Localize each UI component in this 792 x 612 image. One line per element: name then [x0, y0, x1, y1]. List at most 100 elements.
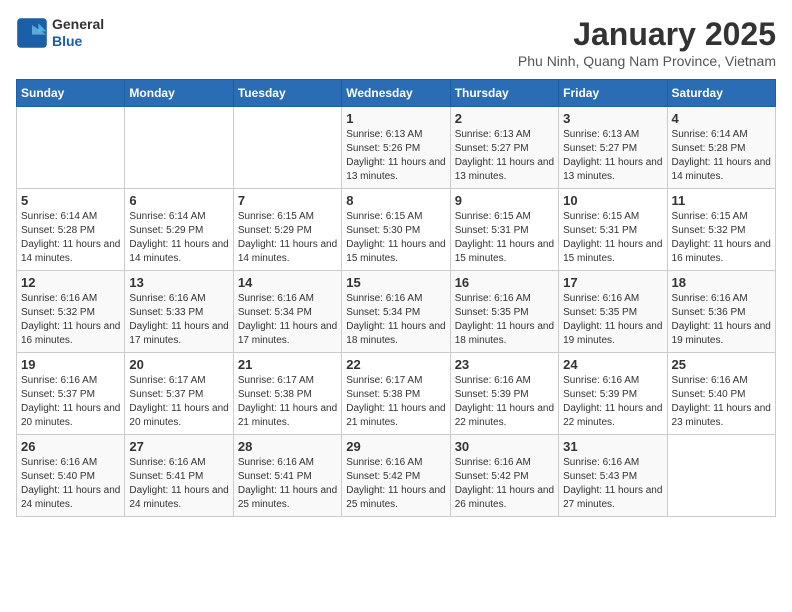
day-number: 18 — [672, 275, 771, 290]
day-number: 25 — [672, 357, 771, 372]
day-cell-30: 30 Sunrise: 6:16 AM Sunset: 5:42 PM Dayli… — [450, 435, 558, 517]
day-info: Sunrise: 6:17 AM Sunset: 5:38 PM Dayligh… — [238, 374, 337, 430]
empty-cell — [667, 435, 775, 517]
day-cell-28: 28Sunrise: 6:16 AM Sunset: 5:41 PM Dayli… — [233, 435, 341, 517]
day-cell-18: 18 Sunrise: 6:16 AM Sunset: 5:36 PM Dayli… — [667, 271, 775, 353]
day-cell-15: 15 Sunrise: 6:16 AM Sunset: 5:34 PM Dayli… — [342, 271, 450, 353]
day-cell-25: 25 Sunrise: 6:16 AM Sunset: 5:40 PM Dayli… — [667, 353, 775, 435]
day-header-wednesday: Wednesday — [342, 80, 450, 107]
empty-cell — [125, 107, 233, 189]
logo-icon — [16, 17, 48, 49]
day-number: 23 — [455, 357, 554, 372]
day-number: 27 — [129, 439, 228, 454]
day-number: 24 — [563, 357, 662, 372]
day-number: 20 — [129, 357, 228, 372]
day-cell-22: 22 Sunrise: 6:17 AM Sunset: 5:38 PM Dayli… — [342, 353, 450, 435]
day-info: Sunrise: 6:16 AM Sunset: 5:43 PM Dayligh… — [563, 456, 662, 512]
day-number: 8 — [346, 193, 445, 208]
day-cell-24: 24 Sunrise: 6:16 AM Sunset: 5:39 PM Dayli… — [559, 353, 667, 435]
logo-text: General Blue — [52, 16, 104, 50]
week-row-5: 26 Sunrise: 6:16 AM Sunset: 5:40 PM Dayli… — [17, 435, 776, 517]
day-number: 3 — [563, 111, 662, 126]
day-info: Sunrise: 6:17 AM Sunset: 5:38 PM Dayligh… — [346, 374, 445, 430]
day-number: 17 — [563, 275, 662, 290]
day-number: 16 — [455, 275, 554, 290]
day-info: Sunrise: 6:16 AM Sunset: 5:35 PM Dayligh… — [455, 292, 554, 348]
day-cell-20: 20 Sunrise: 6:17 AM Sunset: 5:37 PM Dayli… — [125, 353, 233, 435]
day-cell-29: 29 Sunrise: 6:16 AM Sunset: 5:42 PM Dayli… — [342, 435, 450, 517]
empty-cell — [233, 107, 341, 189]
day-number: 31 — [563, 439, 662, 454]
day-info: Sunrise: 6:15 AM Sunset: 5:31 PM Dayligh… — [563, 210, 662, 266]
day-info: Sunrise: 6:16 AM Sunset: 5:42 PM Dayligh… — [346, 456, 445, 512]
day-number: 11 — [672, 193, 771, 208]
day-info: Sunrise: 6:16 AM Sunset: 5:41 PM Dayligh… — [129, 456, 228, 512]
day-info: Sunrise: 6:17 AM Sunset: 5:37 PM Dayligh… — [129, 374, 228, 430]
day-number: 15 — [346, 275, 445, 290]
day-info: Sunrise: 6:16 AM Sunset: 5:33 PM Dayligh… — [129, 292, 228, 348]
day-number: 7 — [238, 193, 337, 208]
day-number: 10 — [563, 193, 662, 208]
month-title: January 2025 — [518, 16, 776, 53]
day-cell-11: 11 Sunrise: 6:15 AM Sunset: 5:32 PM Dayli… — [667, 189, 775, 271]
day-info: Sunrise: 6:16 AM Sunset: 5:40 PM Dayligh… — [21, 456, 120, 512]
day-info: Sunrise: 6:16 AM Sunset: 5:40 PM Dayligh… — [672, 374, 771, 430]
day-cell-1: 1 Sunrise: 6:13 AM Sunset: 5:26 PM Daylig… — [342, 107, 450, 189]
empty-cell — [17, 107, 125, 189]
day-number: 30 — [455, 439, 554, 454]
day-number: 1 — [346, 111, 445, 126]
day-header-monday: Monday — [125, 80, 233, 107]
day-header-thursday: Thursday — [450, 80, 558, 107]
day-info: Sunrise: 6:14 AM Sunset: 5:29 PM Dayligh… — [129, 210, 228, 266]
day-cell-19: 19 Sunrise: 6:16 AM Sunset: 5:37 PM Dayli… — [17, 353, 125, 435]
day-info: Sunrise: 6:16 AM Sunset: 5:35 PM Dayligh… — [563, 292, 662, 348]
day-header-tuesday: Tuesday — [233, 80, 341, 107]
day-cell-4: 4Sunrise: 6:14 AM Sunset: 5:28 PM Daylig… — [667, 107, 775, 189]
day-info: Sunrise: 6:16 AM Sunset: 5:34 PM Dayligh… — [346, 292, 445, 348]
day-info: Sunrise: 6:16 AM Sunset: 5:41 PM Dayligh… — [238, 456, 337, 512]
day-cell-3: 3 Sunrise: 6:13 AM Sunset: 5:27 PM Daylig… — [559, 107, 667, 189]
day-number: 26 — [21, 439, 120, 454]
day-cell-10: 10 Sunrise: 6:15 AM Sunset: 5:31 PM Dayli… — [559, 189, 667, 271]
day-number: 13 — [129, 275, 228, 290]
day-info: Sunrise: 6:15 AM Sunset: 5:32 PM Dayligh… — [672, 210, 771, 266]
day-cell-7: 7 Sunrise: 6:15 AM Sunset: 5:29 PM Daylig… — [233, 189, 341, 271]
day-cell-23: 23 Sunrise: 6:16 AM Sunset: 5:39 PM Dayli… — [450, 353, 558, 435]
day-cell-13: 13 Sunrise: 6:16 AM Sunset: 5:33 PM Dayli… — [125, 271, 233, 353]
day-info: Sunrise: 6:16 AM Sunset: 5:36 PM Dayligh… — [672, 292, 771, 348]
week-row-2: 5 Sunrise: 6:14 AM Sunset: 5:28 PM Daylig… — [17, 189, 776, 271]
day-info: Sunrise: 6:13 AM Sunset: 5:26 PM Dayligh… — [346, 128, 445, 184]
day-info: Sunrise: 6:16 AM Sunset: 5:37 PM Dayligh… — [21, 374, 120, 430]
day-info: Sunrise: 6:15 AM Sunset: 5:30 PM Dayligh… — [346, 210, 445, 266]
day-number: 6 — [129, 193, 228, 208]
day-cell-16: 16 Sunrise: 6:16 AM Sunset: 5:35 PM Dayli… — [450, 271, 558, 353]
day-cell-31: 31 Sunrise: 6:16 AM Sunset: 5:43 PM Dayli… — [559, 435, 667, 517]
day-cell-27: 27 Sunrise: 6:16 AM Sunset: 5:41 PM Dayli… — [125, 435, 233, 517]
day-info: Sunrise: 6:16 AM Sunset: 5:34 PM Dayligh… — [238, 292, 337, 348]
day-number: 12 — [21, 275, 120, 290]
day-cell-21: 21Sunrise: 6:17 AM Sunset: 5:38 PM Dayli… — [233, 353, 341, 435]
day-cell-26: 26 Sunrise: 6:16 AM Sunset: 5:40 PM Dayli… — [17, 435, 125, 517]
day-info: Sunrise: 6:16 AM Sunset: 5:39 PM Dayligh… — [563, 374, 662, 430]
day-number: 5 — [21, 193, 120, 208]
day-info: Sunrise: 6:15 AM Sunset: 5:31 PM Dayligh… — [455, 210, 554, 266]
header: General Blue January 2025 Phu Ninh, Quan… — [16, 16, 776, 69]
day-number: 19 — [21, 357, 120, 372]
day-number: 9 — [455, 193, 554, 208]
day-info: Sunrise: 6:14 AM Sunset: 5:28 PM Dayligh… — [21, 210, 120, 266]
week-row-4: 19 Sunrise: 6:16 AM Sunset: 5:37 PM Dayli… — [17, 353, 776, 435]
title-area: January 2025 Phu Ninh, Quang Nam Provinc… — [518, 16, 776, 69]
day-number: 29 — [346, 439, 445, 454]
day-info: Sunrise: 6:13 AM Sunset: 5:27 PM Dayligh… — [563, 128, 662, 184]
days-header-row: SundayMondayTuesdayWednesdayThursdayFrid… — [17, 80, 776, 107]
day-cell-14: 14Sunrise: 6:16 AM Sunset: 5:34 PM Dayli… — [233, 271, 341, 353]
day-number: 22 — [346, 357, 445, 372]
day-info: Sunrise: 6:15 AM Sunset: 5:29 PM Dayligh… — [238, 210, 337, 266]
day-header-friday: Friday — [559, 80, 667, 107]
day-number: 4 — [672, 111, 771, 126]
day-cell-17: 17 Sunrise: 6:16 AM Sunset: 5:35 PM Dayli… — [559, 271, 667, 353]
day-info: Sunrise: 6:16 AM Sunset: 5:42 PM Dayligh… — [455, 456, 554, 512]
day-info: Sunrise: 6:16 AM Sunset: 5:39 PM Dayligh… — [455, 374, 554, 430]
calendar-table: SundayMondayTuesdayWednesdayThursdayFrid… — [16, 79, 776, 517]
day-header-saturday: Saturday — [667, 80, 775, 107]
